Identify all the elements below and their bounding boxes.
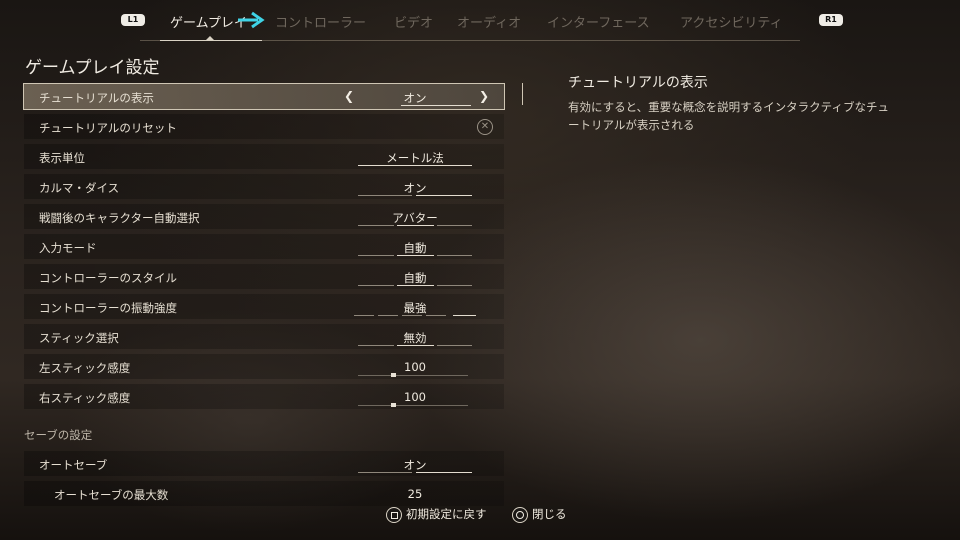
page-title: ゲームプレイ設定 (25, 58, 160, 78)
value-indicator (437, 225, 472, 226)
value-indicator (402, 315, 422, 316)
tab-audio[interactable]: オーディオ (457, 12, 521, 31)
value-indicator (437, 345, 472, 346)
setting-row-stick-selection[interactable]: スティック選択 無効 (24, 324, 504, 349)
value-indicator (358, 195, 412, 196)
value-indicator (378, 315, 398, 316)
value-indicator (426, 315, 446, 316)
chevron-right-icon[interactable]: ❯ (479, 89, 489, 103)
value-indicator (358, 285, 394, 286)
panel-divider (522, 83, 523, 105)
setting-value: 自動 (403, 241, 427, 255)
setting-label: カルマ・ダイス (39, 181, 120, 195)
slider-knob[interactable] (391, 373, 396, 377)
l1-button-badge[interactable]: L1 (121, 14, 145, 26)
square-button-icon (386, 506, 402, 523)
setting-row-controller-style[interactable]: コントローラーのスタイル 自動 (24, 264, 504, 289)
arrow-right-icon (238, 11, 265, 29)
setting-row-karma-dice[interactable]: カルマ・ダイス オン (24, 174, 504, 199)
setting-row-units[interactable]: 表示単位 メートル法 (24, 144, 504, 169)
tab-controller[interactable]: コントローラー (275, 12, 366, 31)
setting-value: オン (403, 458, 427, 472)
top-tab-bar: L1 ゲームプレイ コントローラー ビデオ オーディオ インターフェース アクセ… (0, 0, 960, 44)
setting-row-autosave-max[interactable]: オートセーブの最大数 25 (24, 481, 504, 506)
value-indicator (397, 225, 434, 226)
setting-label: 戦闘後のキャラクター自動選択 (39, 211, 200, 225)
setting-label: 入力モード (39, 241, 97, 255)
setting-value: 100 (404, 390, 426, 404)
footer-bar: 初期設定に戻す 閉じる (0, 504, 960, 526)
description-text: 有効にすると、重要な概念を説明するインタラクティブなチュートリアルが表示される (568, 100, 889, 132)
circle-button-icon (512, 506, 528, 523)
setting-value: オン (403, 91, 427, 105)
value-indicator (358, 345, 394, 346)
setting-label: コントローラーのスタイル (39, 271, 177, 285)
reset-defaults-button[interactable]: 初期設定に戻す (386, 506, 487, 523)
value-indicator (401, 105, 471, 106)
value-indicator (397, 255, 434, 256)
setting-row-auto-character-select[interactable]: 戦闘後のキャラクター自動選択 アバター (24, 204, 504, 229)
value-indicator (437, 285, 472, 286)
setting-label: 右スティック感度 (39, 391, 131, 405)
setting-value: 25 (407, 487, 423, 501)
r1-button-badge[interactable]: R1 (819, 14, 843, 26)
slider-knob[interactable] (391, 403, 396, 407)
close-label: 閉じる (532, 507, 567, 521)
setting-value: 最強 (403, 301, 427, 315)
close-circle-icon[interactable]: ✕ (477, 119, 493, 135)
setting-value: 無効 (403, 331, 427, 345)
tab-video[interactable]: ビデオ (394, 12, 433, 31)
close-button[interactable]: 閉じる (512, 506, 567, 523)
setting-value: オン (403, 181, 427, 195)
setting-value: 自動 (403, 271, 427, 285)
value-indicator (453, 315, 476, 316)
tab-interface[interactable]: インターフェース (547, 12, 650, 31)
setting-value: 100 (404, 360, 426, 374)
value-indicator (397, 285, 434, 286)
setting-value: アバター (392, 211, 438, 225)
value-indicator (354, 315, 374, 316)
setting-label: チュートリアルのリセット (39, 121, 177, 135)
setting-label: チュートリアルの表示 (39, 91, 154, 105)
chevron-left-icon[interactable]: ❮ (344, 89, 354, 103)
setting-label: コントローラーの振動強度 (39, 301, 177, 315)
value-indicator (416, 472, 472, 473)
value-indicator (397, 345, 434, 346)
setting-label: スティック選択 (39, 331, 119, 345)
value-indicator (358, 225, 394, 226)
tab-accessibility[interactable]: アクセシビリティ (680, 12, 783, 31)
setting-label: オートセーブ (39, 458, 108, 472)
value-indicator (358, 165, 472, 166)
setting-row-tutorial-display[interactable]: チュートリアルの表示 ❮ オン ❯ (23, 83, 505, 110)
setting-row-vibration-strength[interactable]: コントローラーの振動強度 最強 (24, 294, 504, 319)
setting-value: メートル法 (386, 151, 444, 165)
active-tab-caret (206, 36, 214, 40)
slider-track[interactable] (358, 375, 468, 376)
value-indicator (437, 255, 472, 256)
setting-label: 表示単位 (39, 151, 85, 165)
setting-row-tutorial-reset[interactable]: チュートリアルのリセット ✕ (24, 114, 504, 139)
description-title: チュートリアルの表示 (568, 75, 708, 91)
setting-row-right-stick-sensitivity[interactable]: 右スティック感度 100 (24, 384, 504, 409)
save-settings-heading: セーブの設定 (24, 428, 93, 442)
setting-label: 左スティック感度 (39, 361, 131, 375)
reset-defaults-label: 初期設定に戻す (406, 507, 487, 521)
slider-track[interactable] (358, 405, 468, 406)
setting-row-input-mode[interactable]: 入力モード 自動 (24, 234, 504, 259)
value-indicator (416, 195, 472, 196)
setting-row-autosave[interactable]: オートセーブ オン (24, 451, 504, 476)
value-indicator (358, 472, 412, 473)
active-tab-underline (160, 40, 262, 41)
setting-label: オートセーブの最大数 (54, 488, 169, 502)
setting-row-left-stick-sensitivity[interactable]: 左スティック感度 100 (24, 354, 504, 379)
value-indicator (358, 255, 394, 256)
